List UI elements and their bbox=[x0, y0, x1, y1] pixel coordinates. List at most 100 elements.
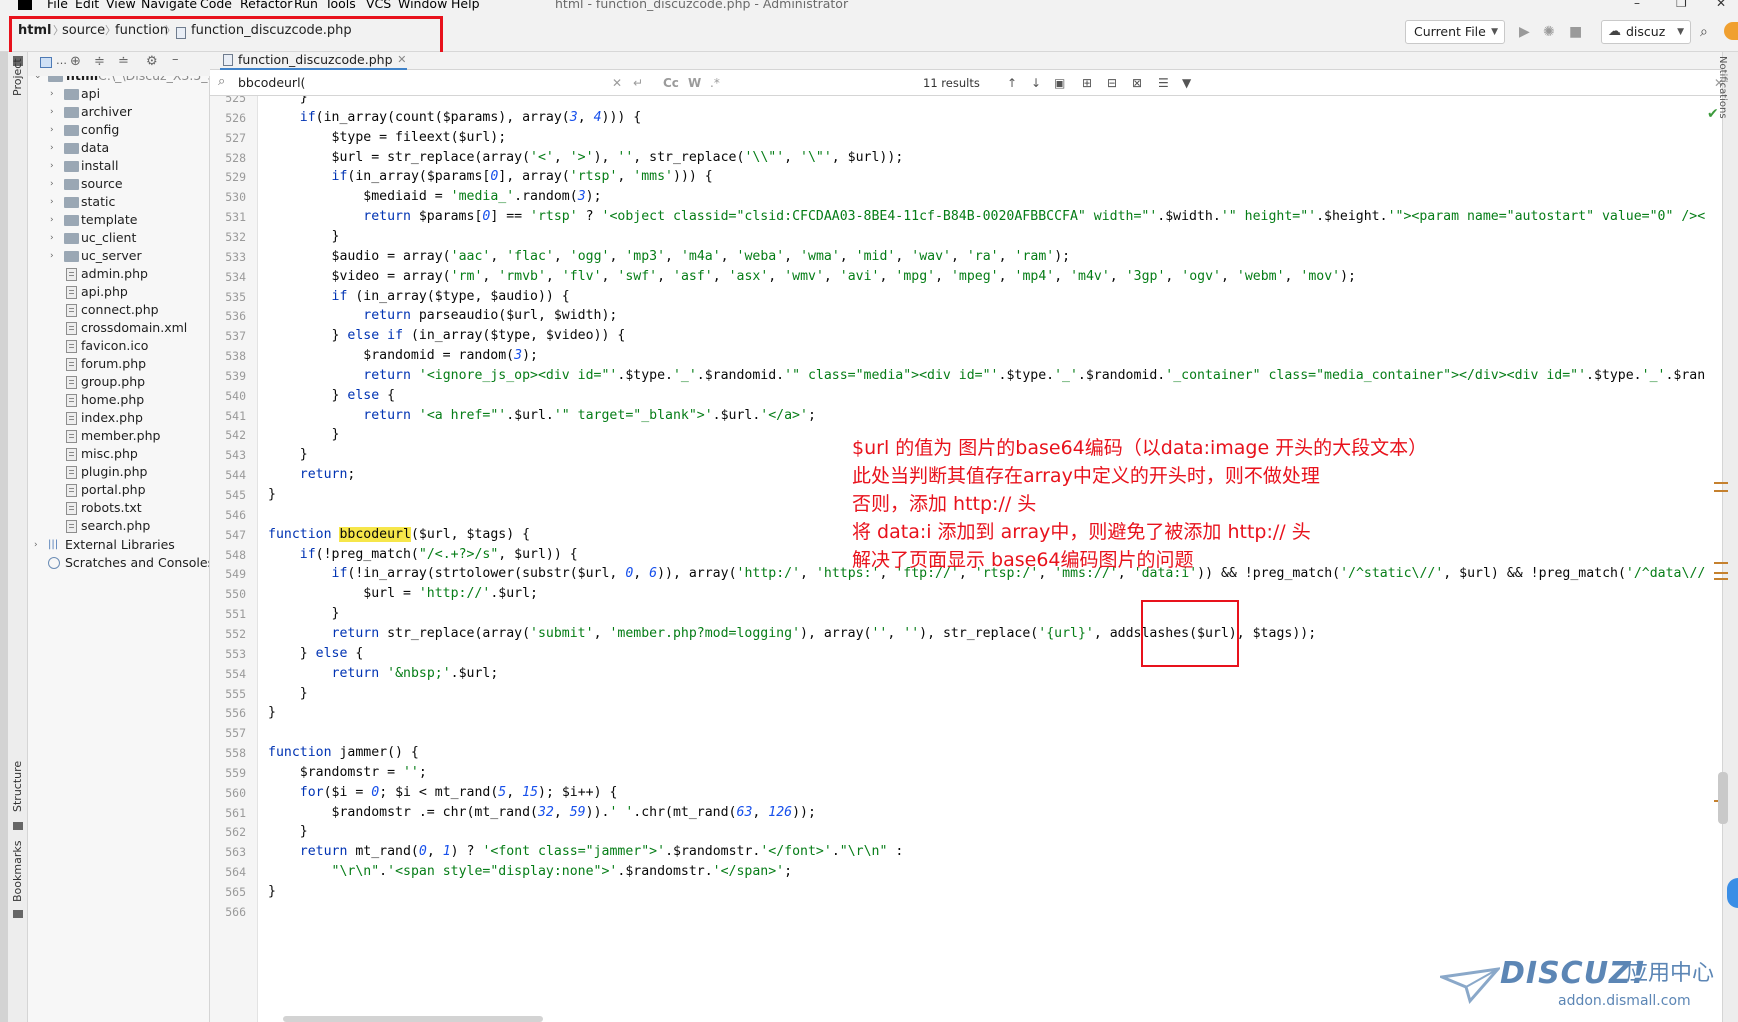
code-line[interactable]: $url = str_replace(array('<', '>'), '', … bbox=[268, 150, 904, 166]
code-line[interactable]: if(in_array(count($params), array(3, 4))… bbox=[268, 110, 641, 126]
run-configuration-select[interactable]: Current File ▼ bbox=[1405, 20, 1505, 44]
project-tool-label[interactable]: Project bbox=[11, 58, 24, 96]
new-line-icon[interactable]: ↵ bbox=[633, 75, 643, 91]
error-stripe-mark[interactable] bbox=[1714, 482, 1728, 484]
remove-selection-icon[interactable]: ⊟ bbox=[1107, 75, 1117, 91]
code-line[interactable]: } bbox=[268, 427, 340, 443]
code-line[interactable]: } bbox=[268, 824, 308, 840]
whole-words-toggle[interactable]: W bbox=[688, 75, 701, 91]
minimize-icon[interactable]: – bbox=[1634, 0, 1640, 10]
code-line[interactable]: return mt_rand(0, 1) ? '<font class="jam… bbox=[268, 844, 904, 860]
menu-tools[interactable]: Tools bbox=[325, 0, 356, 12]
code-line[interactable]: if(in_array($params[0], array('rtsp', 'm… bbox=[268, 169, 713, 185]
vertical-scrollbar[interactable] bbox=[1718, 772, 1728, 824]
code-line[interactable]: $randomid = random(3); bbox=[268, 348, 538, 364]
hide-panel-icon[interactable]: – bbox=[172, 52, 179, 67]
chevron-right-icon[interactable]: › bbox=[50, 210, 60, 230]
structure-tool-icon[interactable] bbox=[13, 822, 23, 830]
code-line[interactable]: function jammer() { bbox=[268, 745, 419, 761]
collapse-all-icon[interactable]: ≐ bbox=[118, 54, 129, 69]
add-selection-icon[interactable]: ⊞ bbox=[1082, 75, 1092, 91]
code-line[interactable]: $type = fileext($url); bbox=[268, 130, 507, 146]
code-line[interactable]: $randomstr .= chr(mt_rand(32, 59)).' '.c… bbox=[268, 805, 816, 821]
error-stripe-mark[interactable] bbox=[1714, 490, 1728, 492]
code-line[interactable]: $audio = array('aac', 'flac', 'ogg', 'mp… bbox=[268, 249, 1071, 265]
menu-vcs[interactable]: VCS bbox=[366, 0, 391, 12]
code-line[interactable]: } bbox=[268, 884, 276, 900]
code-line[interactable]: return '&nbsp;'.$url; bbox=[268, 666, 499, 682]
code-line[interactable]: return parseaudio($url, $width); bbox=[268, 308, 617, 324]
code-line[interactable]: return; bbox=[268, 467, 356, 483]
error-stripe-mark[interactable] bbox=[1714, 572, 1728, 574]
chevron-right-icon[interactable]: › bbox=[50, 138, 60, 158]
assistant-icon[interactable] bbox=[1727, 878, 1738, 908]
more-icon[interactable]: … bbox=[56, 54, 67, 67]
close-window-icon[interactable]: ✕ bbox=[1716, 0, 1726, 10]
code-line[interactable]: $url = 'http://'.$url; bbox=[268, 586, 538, 602]
search-everywhere-icon[interactable]: ⌕ bbox=[1700, 24, 1708, 40]
code-line[interactable]: $video = array('rm', 'rmvb', 'flv', 'swf… bbox=[268, 269, 1356, 285]
menu-help[interactable]: Help bbox=[451, 0, 480, 12]
restore-icon[interactable]: ❐ bbox=[1676, 0, 1687, 10]
menu-code[interactable]: Code bbox=[200, 0, 232, 12]
open-in-window-icon[interactable]: ▣ bbox=[1054, 75, 1065, 91]
chevron-right-icon[interactable]: › bbox=[50, 156, 60, 176]
match-case-toggle[interactable]: Cc bbox=[663, 75, 679, 91]
select-all-occurrences-icon[interactable]: ⊠ bbox=[1132, 75, 1142, 91]
previous-occurrence-icon[interactable]: ↑ bbox=[1007, 75, 1017, 91]
regex-toggle[interactable]: .* bbox=[710, 75, 720, 91]
chevron-right-icon[interactable]: › bbox=[50, 192, 60, 212]
filter-icon[interactable]: ▼ bbox=[1182, 75, 1191, 91]
code-line[interactable]: return $params[0] == 'rtsp' ? '<object c… bbox=[268, 209, 1705, 225]
bookmarks-tool-icon[interactable] bbox=[13, 910, 23, 918]
chevron-right-icon[interactable]: › bbox=[50, 228, 60, 248]
updates-icon[interactable] bbox=[1724, 22, 1738, 40]
chevron-right-icon[interactable]: › bbox=[50, 174, 60, 194]
chevron-right-icon[interactable]: › bbox=[50, 120, 60, 140]
code-line[interactable]: } bbox=[268, 487, 276, 503]
clear-search-icon[interactable]: ✕ bbox=[612, 75, 622, 91]
code-line[interactable]: if (in_array($type, $audio)) { bbox=[268, 289, 570, 305]
project-view-icon[interactable] bbox=[40, 57, 52, 68]
gear-icon[interactable]: ⚙ bbox=[146, 54, 158, 69]
next-occurrence-icon[interactable]: ↓ bbox=[1031, 75, 1041, 91]
code-line[interactable]: } bbox=[268, 96, 308, 106]
inspection-ok-icon[interactable]: ✔ bbox=[1707, 106, 1719, 122]
code-line[interactable]: } else { bbox=[268, 646, 364, 662]
code-line[interactable]: } else if (in_array($type, $video)) { bbox=[268, 328, 626, 344]
editor-tab-function-discuzcode[interactable]: function_discuzcode.php ✕ bbox=[220, 52, 407, 70]
menu-window[interactable]: Window bbox=[398, 0, 447, 12]
code-line[interactable]: } bbox=[268, 229, 340, 245]
menu-view[interactable]: View bbox=[106, 0, 136, 12]
chevron-right-icon[interactable]: › bbox=[50, 84, 60, 104]
filter-settings-icon[interactable]: ☰ bbox=[1158, 75, 1169, 91]
code-line[interactable]: $randomstr = ''; bbox=[268, 765, 427, 781]
code-line[interactable]: if(!preg_match("/<.+?>/s", $url)) { bbox=[268, 547, 578, 563]
stop-icon[interactable]: ■ bbox=[1569, 24, 1582, 40]
code-line[interactable]: $mediaid = 'media_'.random(3); bbox=[268, 189, 601, 205]
menu-refactor[interactable]: Refactor bbox=[240, 0, 292, 12]
structure-tool-label[interactable]: Structure bbox=[11, 761, 24, 812]
chevron-right-icon[interactable]: › bbox=[50, 246, 60, 266]
code-line[interactable]: } bbox=[268, 705, 276, 721]
locate-icon[interactable]: ⊕ bbox=[70, 54, 81, 69]
code-line[interactable]: "\r\n".'<span style="display:none">'.$ra… bbox=[268, 864, 793, 880]
horizontal-scrollbar[interactable] bbox=[283, 1016, 543, 1022]
expand-all-icon[interactable]: ≑ bbox=[94, 54, 105, 69]
error-stripe-mark[interactable] bbox=[1714, 578, 1728, 580]
debug-icon[interactable]: ✺ bbox=[1543, 24, 1555, 40]
search-input[interactable]: bbcodeurl( bbox=[238, 75, 305, 91]
error-stripe-mark[interactable] bbox=[1714, 562, 1728, 564]
menu-file[interactable]: File bbox=[47, 0, 68, 12]
close-tab-icon[interactable]: ✕ bbox=[397, 52, 406, 68]
chevron-right-icon[interactable]: › bbox=[50, 102, 60, 122]
chevron-down-icon[interactable]: ⌄ bbox=[34, 76, 44, 86]
vcs-widget[interactable]: ☁ discuz ▼ bbox=[1601, 20, 1691, 44]
code-line[interactable]: function bbcodeurl($url, $tags) { bbox=[268, 526, 530, 543]
menu-run[interactable]: Run bbox=[294, 0, 318, 12]
code-line[interactable]: for($i = 0; $i < mt_rand(5, 15); $i++) { bbox=[268, 785, 618, 801]
code-line[interactable]: } bbox=[268, 447, 308, 463]
code-line[interactable]: return '<a href="'.$url.'" target="_blan… bbox=[268, 408, 816, 424]
bookmarks-tool-label[interactable]: Bookmarks bbox=[11, 841, 24, 902]
code-line[interactable]: } bbox=[268, 686, 308, 702]
